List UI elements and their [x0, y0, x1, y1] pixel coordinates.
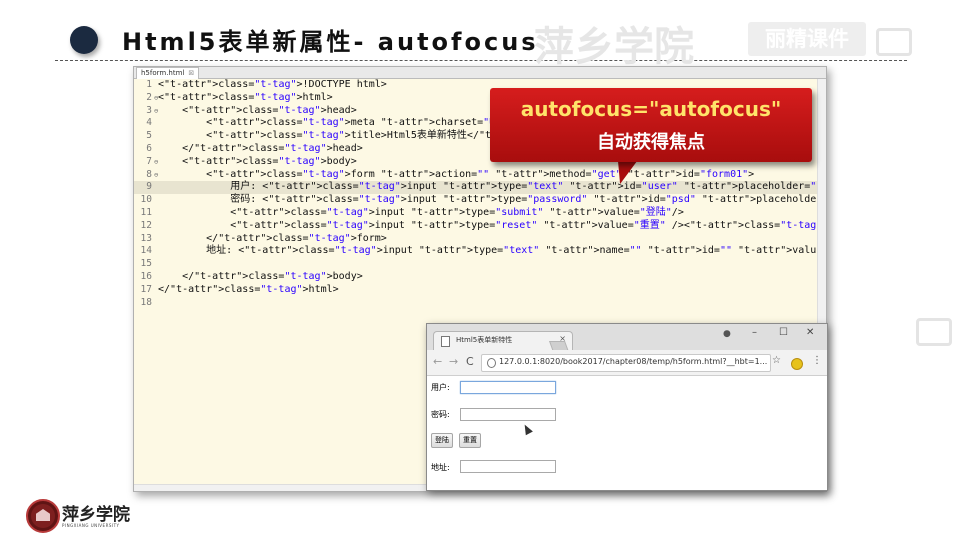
- code-text: </"t-attr">class="t-tag">html>: [158, 283, 339, 295]
- code-text: <"t-attr">class="t-tag">input "t-attr">t…: [158, 219, 826, 231]
- browser-tab-title: Html5表单新特性: [456, 336, 513, 344]
- close-icon[interactable]: ⊠: [188, 69, 194, 77]
- editor-tab-label: h5form.html: [141, 69, 185, 77]
- code-line[interactable]: 9 用户: <"t-attr">class="t-tag">input "t-a…: [134, 181, 826, 195]
- code-line[interactable]: 15: [134, 258, 826, 271]
- line-number: 17: [140, 283, 152, 295]
- line-number: 3: [146, 104, 152, 116]
- watermark-house-icon: [916, 318, 952, 346]
- submit-button[interactable]: 登陆: [431, 433, 453, 448]
- title-bullet-icon: [70, 26, 98, 54]
- line-number: 8: [146, 168, 152, 180]
- address-input[interactable]: [460, 460, 556, 473]
- watermark-course-box: 丽精课件: [748, 22, 866, 56]
- extension-icon[interactable]: [791, 358, 803, 370]
- code-text: <"t-attr">class="t-tag">form "t-attr">ac…: [158, 168, 755, 180]
- line-number: 10: [140, 194, 152, 206]
- code-text: 密码: <"t-attr">class="t-tag">input "t-att…: [158, 194, 827, 206]
- line-number: 18: [140, 296, 152, 308]
- annotation-callout: autofocus="autofocus" 自动获得焦点: [490, 88, 812, 162]
- line-number: 11: [140, 206, 152, 218]
- editor-tab-h5form[interactable]: h5form.html ⊠: [136, 67, 200, 79]
- info-icon[interactable]: [487, 358, 496, 368]
- mouse-cursor-icon: [521, 422, 533, 436]
- page-content: 用户: 密码: 登陆 重置 地址:: [427, 376, 827, 490]
- address-label: 地址:: [431, 463, 450, 472]
- back-button[interactable]: ←: [433, 355, 442, 368]
- line-number: 5: [146, 130, 152, 142]
- line-number: 14: [140, 245, 152, 257]
- code-line[interactable]: 12 <"t-attr">class="t-tag">input "t-attr…: [134, 220, 826, 233]
- callout-attribute: autofocus="autofocus": [520, 97, 782, 121]
- code-line[interactable]: 16 </"t-attr">class="t-tag">body>: [134, 271, 826, 284]
- user-input[interactable]: [460, 381, 556, 394]
- line-number: 2: [146, 91, 152, 103]
- line-number: 12: [140, 219, 152, 231]
- line-number: 7: [146, 155, 152, 167]
- code-text: <"t-attr">class="t-tag">head>: [158, 104, 357, 116]
- close-window-button[interactable]: ✕: [806, 327, 814, 338]
- slide-title: Html5表单新属性- autofocus: [122, 28, 539, 56]
- forward-button[interactable]: →: [449, 355, 458, 368]
- browser-toolbar: ← → C 127.0.0.1:8020/book2017/chapter08/…: [427, 350, 827, 376]
- university-seal-icon: [26, 499, 60, 533]
- maximize-button[interactable]: ☐: [779, 327, 788, 338]
- code-text: </"t-attr">class="t-tag">head>: [158, 142, 363, 154]
- reload-button[interactable]: C: [466, 355, 474, 368]
- user-icon[interactable]: ●: [723, 329, 731, 339]
- code-text: <"t-attr">class="t-tag">body>: [158, 155, 357, 167]
- code-line[interactable]: 11 <"t-attr">class="t-tag">input "t-attr…: [134, 207, 826, 220]
- logo-name-en: PINGXIANG UNIVERSITY: [62, 523, 120, 528]
- minimize-button[interactable]: –: [752, 327, 757, 338]
- menu-icon[interactable]: ⋮: [812, 355, 822, 366]
- line-number: 15: [140, 258, 152, 270]
- editor-tabbar: h5form.html ⊠: [134, 67, 826, 79]
- title-divider: [55, 60, 907, 61]
- address-bar[interactable]: 127.0.0.1:8020/book2017/chapter08/temp/h…: [481, 354, 771, 372]
- code-line[interactable]: 14 地址: <"t-attr">class="t-tag">input "t-…: [134, 245, 826, 258]
- code-text: </"t-attr">class="t-tag">body>: [158, 270, 363, 282]
- callout-description: 自动获得焦点: [597, 132, 705, 153]
- code-line[interactable]: 17 </"t-attr">class="t-tag">html>: [134, 284, 826, 297]
- watermark-house-icon: [876, 28, 912, 56]
- watermark-school: 萍乡学院: [534, 23, 694, 70]
- line-number: 1: [146, 79, 152, 90]
- address-url: 127.0.0.1:8020/book2017/chapter08/temp/h…: [499, 357, 768, 366]
- code-line[interactable]: 18: [134, 297, 826, 310]
- reset-button[interactable]: 重置: [459, 433, 481, 448]
- browser-window: Html5表单新特性 × ● – ☐ ✕ ← → C 127.0.0.1:802…: [426, 323, 828, 491]
- code-text: <"t-attr">class="t-tag">meta "t-attr">ch…: [158, 117, 531, 129]
- code-line[interactable]: 8 ⊖ <"t-attr">class="t-tag">form "t-attr"…: [134, 169, 826, 182]
- line-number: 13: [140, 232, 152, 244]
- code-text: </"t-attr">class="t-tag">form>: [158, 232, 387, 244]
- user-label: 用户:: [431, 383, 450, 392]
- password-input[interactable]: [460, 408, 556, 421]
- code-text: <"t-attr">class="t-tag">!DOCTYPE html>: [158, 79, 387, 90]
- code-text: 地址: <"t-attr">class="t-tag">input "t-att…: [158, 245, 827, 257]
- code-text: <"t-attr">class="t-tag">input "t-attr">t…: [158, 206, 684, 218]
- code-text: <"t-attr">class="t-tag">html>: [158, 91, 333, 103]
- logo-name-cn: 萍乡学院: [62, 505, 130, 525]
- line-number: 16: [140, 270, 152, 282]
- code-line[interactable]: 13 </"t-attr">class="t-tag">form>: [134, 233, 826, 246]
- password-label: 密码:: [431, 410, 450, 419]
- line-number: 4: [146, 117, 152, 129]
- bookmark-star-icon[interactable]: ☆: [772, 355, 781, 366]
- browser-tabstrip: Html5表单新特性 × ● – ☐ ✕: [427, 324, 827, 352]
- code-text: 用户: <"t-attr">class="t-tag">input "t-att…: [158, 181, 826, 194]
- page-icon: [441, 336, 450, 347]
- line-number: 6: [146, 142, 152, 154]
- code-line[interactable]: 10 密码: <"t-attr">class="t-tag">input "t-…: [134, 194, 826, 207]
- line-number: 9: [146, 181, 152, 193]
